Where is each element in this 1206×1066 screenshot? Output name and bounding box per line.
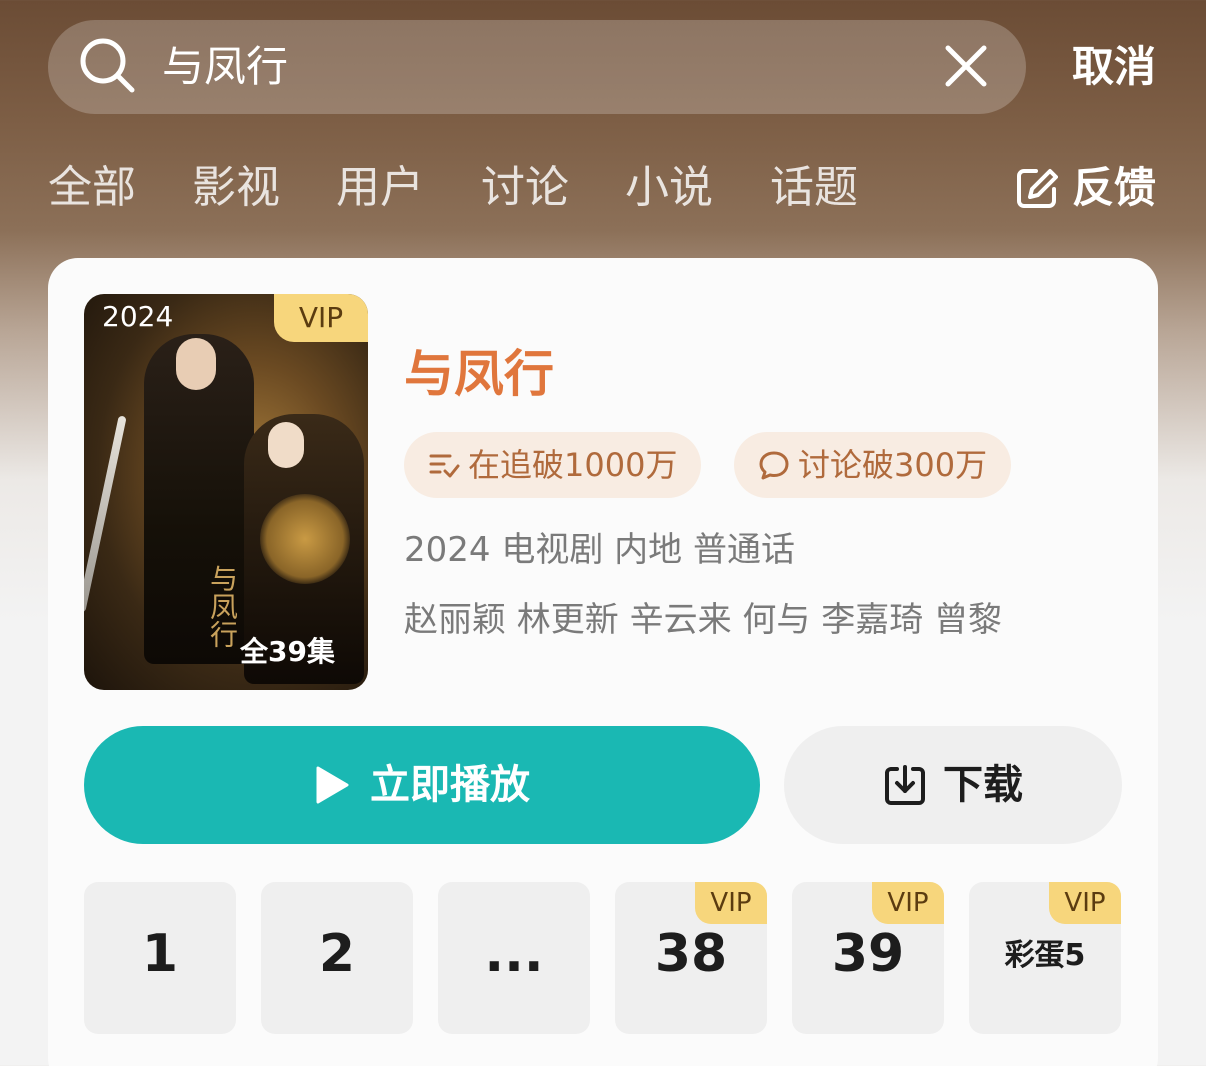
poster-title-art: 与凤行 [206,564,239,648]
follow-list-icon [429,454,460,478]
edit-icon [1017,169,1058,208]
episode-button[interactable]: 2 [261,882,413,1034]
episode-number: 彩蛋5 [1004,938,1086,973]
follow-count: 在追破1000万 [468,446,678,484]
download-icon [885,765,925,805]
poster-figure [260,494,350,584]
tab-all[interactable]: 全部 [48,160,136,216]
feedback-label: 反馈 [1072,163,1157,212]
episode-number: 39 [831,924,905,984]
episode-button[interactable]: 1 [84,882,236,1034]
vip-badge: VIP [1049,882,1121,924]
discussion-count: 讨论破300万 [798,446,988,484]
tab-video[interactable]: 影视 [192,160,280,216]
episode-number: ... [484,924,544,984]
tab-novel[interactable]: 小说 [625,160,713,216]
play-now-label: 立即播放 [370,762,530,808]
show-meta: 2024 电视剧 内地 普通话 [404,530,795,570]
episode-number: 1 [141,924,179,984]
play-icon [316,766,349,804]
poster-year: 2024 [102,300,174,333]
download-button[interactable]: 下载 [784,726,1122,844]
episode-number: 38 [654,924,728,984]
episode-button[interactable]: VIP 39 [792,882,944,1034]
bonus-episode-button[interactable]: VIP 彩蛋5 [969,882,1121,1034]
result-card[interactable]: 与凤行 2024 VIP 全39集 与凤行 在追破1000万 讨论破300万 2… [48,258,1158,1066]
episode-more-button[interactable]: ... [438,882,590,1034]
episode-number: 2 [318,924,356,984]
poster-figure [176,338,216,390]
close-icon[interactable] [944,44,988,88]
poster-figure [268,422,304,468]
vip-badge: VIP [274,294,368,342]
comment-icon [759,451,789,480]
episode-button[interactable]: VIP 38 [615,882,767,1034]
tab-topic[interactable]: 话题 [770,160,858,216]
discussion-badge: 讨论破300万 [734,432,1012,498]
show-title[interactable]: 与凤行 [404,342,554,406]
poster-image[interactable]: 与凤行 2024 VIP 全39集 [84,294,368,690]
follow-badge: 在追破1000万 [404,432,702,498]
cancel-button[interactable]: 取消 [1072,40,1156,94]
play-now-button[interactable]: 立即播放 [84,726,760,844]
tab-users[interactable]: 用户 [336,160,424,216]
poster-episode-count: 全39集 [240,635,335,668]
vip-badge: VIP [695,882,767,924]
search-icon [80,38,135,93]
poster-figure [84,415,127,613]
tab-discussion[interactable]: 讨论 [481,160,569,216]
search-input[interactable]: 与凤行 [162,40,288,94]
show-cast: 赵丽颖 林更新 辛云来 何与 李嘉琦 曾黎 [404,600,1003,640]
feedback-button[interactable]: 反馈 [1016,160,1156,216]
vip-badge: VIP [872,882,944,924]
download-label: 下载 [943,762,1023,808]
